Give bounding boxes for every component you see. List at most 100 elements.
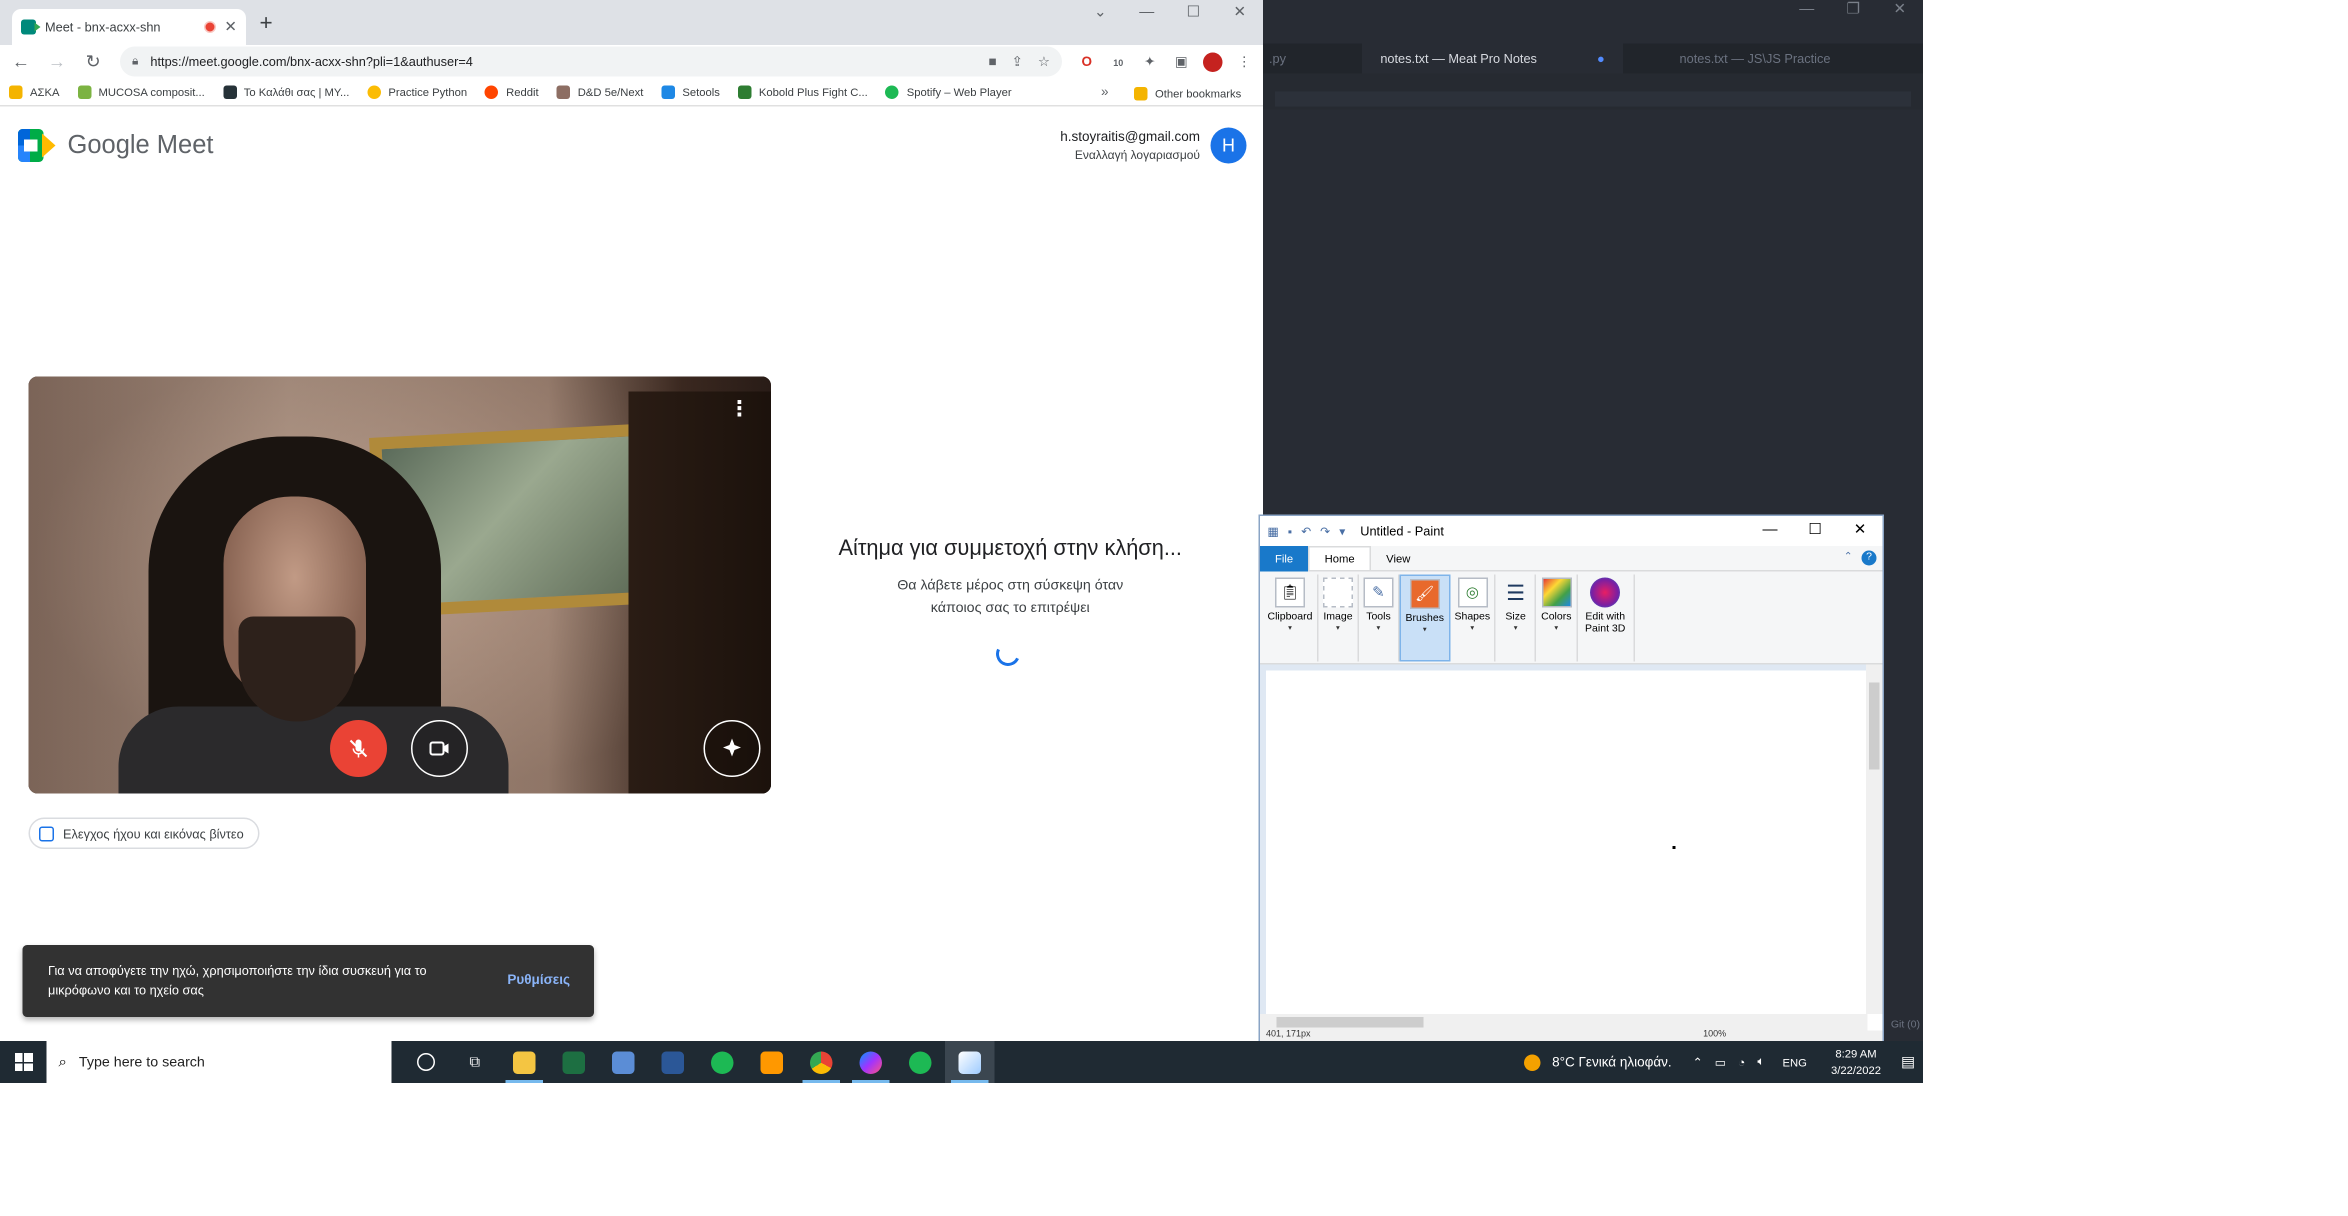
customize-dropdown-icon[interactable]: ▾ — [1339, 524, 1345, 538]
start-button[interactable] — [0, 1041, 47, 1083]
file-explorer-button[interactable] — [500, 1041, 550, 1083]
editor-tab-js-practice[interactable]: notes.txt — JS\JS Practice — [1623, 44, 1887, 74]
paint-button[interactable] — [945, 1041, 995, 1083]
bookmark-star-icon[interactable]: ☆ — [1038, 53, 1050, 70]
check-audio-video-button[interactable]: Ελεγχος ήχου και εικόνας βίντεο — [28, 817, 261, 849]
spotify-button[interactable] — [698, 1041, 748, 1083]
app-button[interactable] — [599, 1041, 649, 1083]
excel-button[interactable] — [549, 1041, 599, 1083]
editor-tab-meat-notes[interactable]: notes.txt — Meat Pro Notes ● — [1362, 43, 1623, 74]
avatar[interactable]: H — [1210, 127, 1247, 164]
editor-tab-py[interactable]: .py — [1263, 44, 1362, 74]
tab-view[interactable]: View — [1371, 545, 1425, 571]
cortana-button[interactable] — [401, 1041, 451, 1083]
address-bar[interactable]: 🔒︎ https://meet.google.com/bnx-acxx-shn?… — [120, 46, 1062, 77]
drawing-canvas[interactable] — [1266, 670, 1866, 1014]
bookmark-item[interactable]: ΑΣΚΑ — [9, 85, 59, 99]
collapse-ribbon-icon[interactable]: ⌃ — [1844, 551, 1853, 563]
close-icon[interactable]: ✕ — [1217, 0, 1264, 27]
close-icon[interactable]: ✕ — [1877, 0, 1924, 21]
notifications-icon[interactable]: ▤ — [1893, 1054, 1923, 1071]
other-bookmarks[interactable]: Other bookmarks — [1134, 80, 1241, 107]
browser-tab-meet[interactable]: Meet - bnx-acxx-shn ✕ — [12, 9, 246, 45]
powershell-button[interactable] — [648, 1041, 698, 1083]
weather-widget[interactable]: 8°C Γενικά ηλιοφάν. — [1523, 1053, 1672, 1071]
restore-icon[interactable]: ❐ — [1830, 0, 1877, 21]
more-bookmarks-chevron-icon[interactable]: » — [1101, 84, 1109, 99]
paint-app-icon[interactable]: ▦ — [1268, 524, 1279, 538]
google-meet-logo[interactable]: Google Meet — [18, 129, 214, 162]
lock-icon[interactable]: 🔒︎ — [132, 54, 138, 69]
bookmark-item[interactable]: D&D 5e/Next — [556, 85, 643, 99]
ribbon-group-colors[interactable]: Colors ▾ — [1537, 574, 1578, 662]
camera-button[interactable] — [411, 720, 468, 777]
volume-icon[interactable]: 🔈︎ — [1757, 1055, 1764, 1070]
mic-off-button[interactable] — [330, 720, 387, 777]
messenger-button[interactable] — [846, 1041, 896, 1083]
git-status[interactable]: Git (0) — [1891, 1020, 1920, 1031]
tab-search-icon[interactable]: ⌄ — [1077, 0, 1124, 27]
dropdown-icon: ▾ — [1376, 624, 1381, 633]
switch-account-link[interactable]: Εναλλαγή λογαριασμού — [1060, 149, 1200, 163]
bookmark-item[interactable]: Reddit — [485, 85, 539, 99]
ribbon-group-tools[interactable]: ✎ Tools ▾ — [1359, 574, 1400, 662]
taskbar-search[interactable]: ⌕ Type here to search — [46, 1041, 392, 1083]
tab-file[interactable]: File — [1260, 545, 1309, 571]
minimize-icon[interactable]: — — [1748, 516, 1793, 546]
extensions-puzzle-icon[interactable]: ✦ — [1134, 53, 1166, 70]
language-indicator[interactable]: ENG — [1783, 1055, 1807, 1069]
more-options-icon[interactable]: ⋮ — [729, 398, 750, 419]
chrome-button[interactable] — [797, 1041, 847, 1083]
minimize-icon[interactable]: — — [1124, 0, 1171, 27]
reload-icon[interactable]: ↻ — [78, 51, 108, 72]
bookmark-item[interactable]: Kobold Plus Fight C... — [737, 85, 868, 99]
ribbon-group-clipboard[interactable]: 📋︎ Clipboard ▾ — [1263, 574, 1319, 662]
ribbon-group-image[interactable]: Image ▾ — [1318, 574, 1359, 662]
save-icon[interactable]: ▪ — [1288, 524, 1292, 538]
network-icon[interactable]: ◔ — [1738, 1055, 1745, 1069]
camera-in-use-icon[interactable]: ■ — [988, 54, 996, 69]
ribbon-group-shapes[interactable]: ◎ Shapes ▾ — [1450, 574, 1497, 662]
minimize-icon[interactable]: — — [1784, 0, 1831, 21]
editor-find-field[interactable] — [1275, 91, 1911, 107]
bookmark-item[interactable]: Το Καλάθι σας | MY... — [222, 85, 349, 99]
profile-avatar[interactable] — [1203, 51, 1223, 72]
toast-settings-button[interactable]: Ρυθμίσεις — [507, 972, 570, 987]
close-icon[interactable]: ✕ — [1838, 516, 1883, 546]
chevron-up-icon[interactable]: ⌃ — [1693, 1055, 1703, 1069]
scrollbar-thumb[interactable] — [1869, 682, 1880, 770]
close-tab-icon[interactable]: ✕ — [224, 19, 237, 36]
maximize-icon[interactable]: ☐ — [1170, 0, 1217, 27]
redo-icon[interactable]: ↷ — [1320, 524, 1330, 538]
vertical-scrollbar[interactable] — [1866, 664, 1883, 1014]
scrollbar-thumb[interactable] — [1276, 1017, 1424, 1028]
badge-extension-icon[interactable]: 10 — [1103, 54, 1135, 69]
ribbon-group-paint3d[interactable]: Edit with Paint 3D — [1577, 574, 1635, 662]
ribbon-group-brushes[interactable]: 🖌︎ Brushes ▾ — [1399, 574, 1450, 662]
undo-icon[interactable]: ↶ — [1301, 524, 1311, 538]
bookmark-item[interactable]: Spotify – Web Player — [885, 85, 1012, 99]
horizontal-scrollbar[interactable] — [1260, 1014, 1868, 1031]
new-tab-button[interactable]: + — [260, 11, 273, 36]
back-icon[interactable]: ← — [6, 51, 36, 72]
task-view-button[interactable]: ⧉ — [450, 1041, 500, 1083]
opera-extension-icon[interactable]: O — [1071, 54, 1103, 69]
menu-kebab-icon[interactable]: ⋮ — [1229, 53, 1261, 70]
clock[interactable]: 8:29 AM 3/22/2022 — [1831, 1046, 1881, 1079]
maximize-icon[interactable]: ☐ — [1793, 516, 1838, 546]
bookmark-item[interactable]: Practice Python — [367, 85, 467, 99]
spotify-2-button[interactable] — [896, 1041, 946, 1083]
url-text[interactable]: https://meet.google.com/bnx-acxx-shn?pli… — [150, 54, 973, 69]
bookmark-item[interactable]: MUCOSA composit... — [77, 85, 205, 99]
forward-icon[interactable]: → — [42, 51, 72, 72]
share-icon[interactable]: ⇪ — [1012, 53, 1023, 70]
ribbon-group-size[interactable]: ☰ Size ▾ — [1496, 574, 1537, 662]
zoom-level[interactable]: 100% — [1703, 1031, 1726, 1040]
visual-effects-button[interactable] — [703, 720, 761, 777]
side-panel-icon[interactable]: ▣ — [1166, 53, 1198, 70]
help-icon[interactable]: ? — [1861, 550, 1877, 566]
sublime-button[interactable] — [747, 1041, 797, 1083]
battery-icon[interactable]: ▭ — [1715, 1055, 1726, 1069]
bookmark-item[interactable]: Setools — [661, 85, 720, 99]
tab-home[interactable]: Home — [1308, 546, 1372, 570]
